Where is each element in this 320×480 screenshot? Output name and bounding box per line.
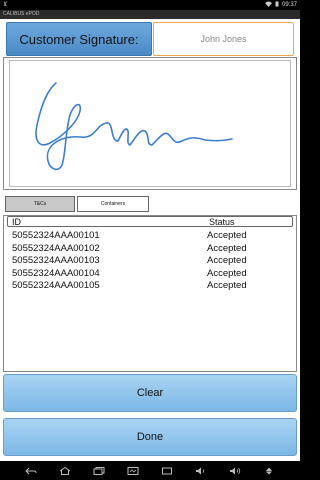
containers-list: ID Status 50552324AAA00101 Accepted 5055… (3, 215, 297, 372)
done-button[interactable]: Done (3, 418, 297, 456)
clock-time: 09:37 (281, 2, 297, 8)
fullscreen-icon[interactable] (161, 467, 173, 475)
table-row[interactable]: 50552324AAA00103 Accepted (12, 255, 292, 268)
row-id: 50552324AAA00101 (12, 230, 100, 241)
signature-pad[interactable] (9, 60, 291, 187)
table-row[interactable]: 50552324AAA00102 Accepted (12, 243, 292, 256)
row-status: Accepted (207, 255, 247, 266)
status-right: 09:37 (264, 1, 297, 9)
table-row[interactable]: 50552324AAA00104 Accepted (12, 268, 292, 281)
app-content: Customer Signature: John Jones T&Cs Cont… (0, 19, 300, 461)
clear-button[interactable]: Clear (3, 374, 297, 412)
list-header: ID Status (7, 216, 293, 227)
row-status: Accepted (207, 242, 247, 254)
home-icon[interactable] (59, 466, 71, 475)
table-row[interactable]: 50552324AAA00101 Accepted (12, 230, 292, 243)
row-id: 50552324AAA00105 (12, 280, 100, 291)
row-id: 50552324AAA00103 (12, 255, 100, 266)
volume-up-icon[interactable] (229, 467, 241, 475)
battery-icon (275, 1, 279, 9)
screenshot-icon[interactable] (127, 466, 139, 475)
row-status: Accepted (207, 230, 247, 241)
recent-apps-icon[interactable] (93, 466, 105, 475)
menu-icon[interactable] (263, 467, 275, 475)
wifi-icon (264, 1, 272, 9)
row-id: 50552324AAA00104 (12, 267, 100, 279)
app-title: CALIBUS ePOD (0, 10, 300, 19)
signature-stroke (35, 82, 233, 171)
row-id: 50552324AAA00102 (12, 242, 100, 254)
back-icon[interactable] (25, 467, 37, 475)
status-bar: ⊻ 09:37 (0, 0, 300, 10)
table-row[interactable]: 50552324AAA00105 Accepted (12, 280, 292, 293)
row-status: Accepted (207, 267, 247, 279)
customer-signature-label: Customer Signature: (6, 22, 152, 56)
tab-terms-conditions[interactable]: T&Cs (5, 196, 75, 212)
volume-down-icon[interactable] (195, 467, 207, 475)
column-header-id: ID (12, 217, 21, 227)
customer-name-field[interactable]: John Jones (153, 22, 294, 56)
tab-strip: T&Cs Containers (3, 194, 297, 214)
download-icon: ⊻ (3, 2, 8, 8)
navigation-bar (0, 461, 300, 480)
row-status: Accepted (207, 280, 247, 291)
list-rows: 50552324AAA00101 Accepted 50552324AAA001… (12, 230, 292, 293)
signature-panel (3, 57, 297, 190)
column-header-status: Status (209, 217, 235, 227)
tab-containers[interactable]: Containers (77, 196, 149, 212)
